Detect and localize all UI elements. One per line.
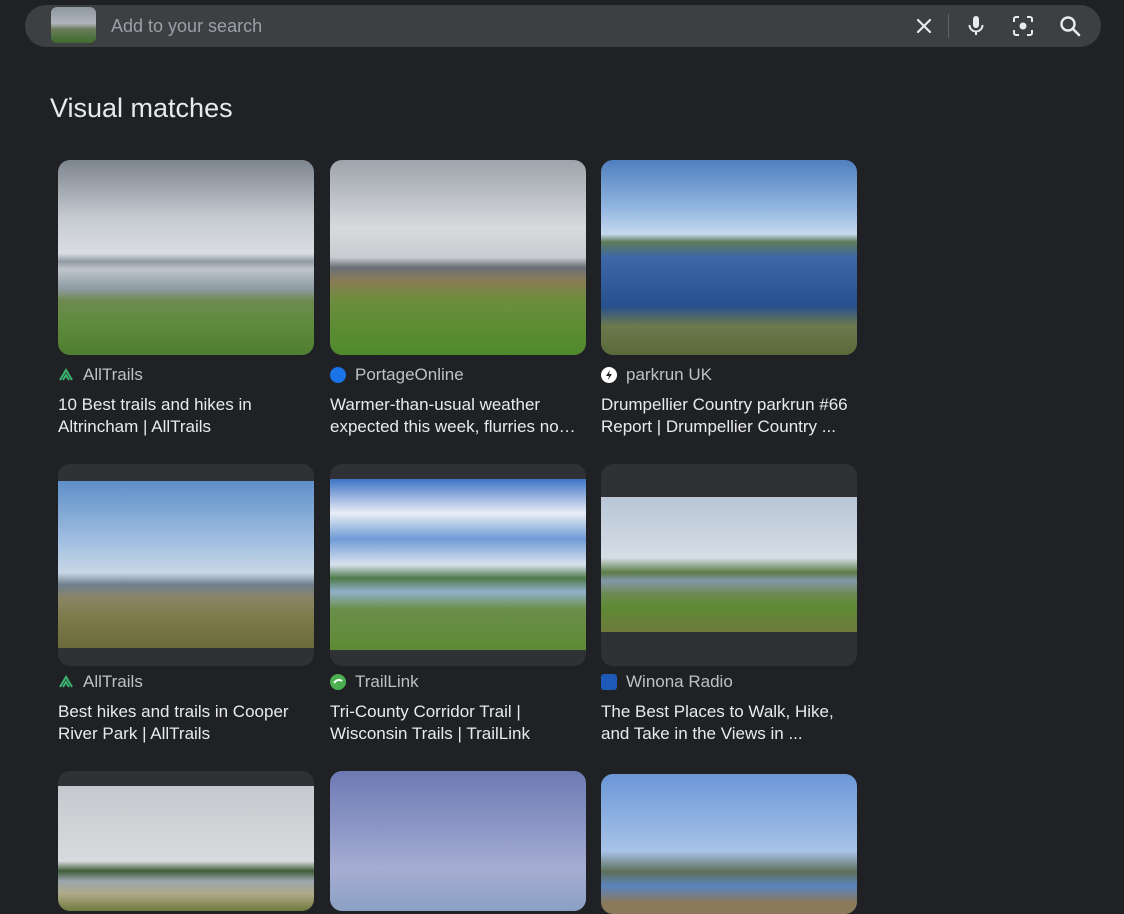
source-name: AllTrails	[83, 672, 143, 691]
traillink-logo-icon	[330, 674, 346, 690]
result-card[interactable]: PortageOnline Warmer-than-usual weather …	[330, 160, 586, 436]
portageonline-logo-icon	[330, 367, 346, 383]
query-image-thumbnail[interactable]	[51, 7, 96, 43]
search-input[interactable]	[111, 5, 891, 47]
result-card[interactable]: AllTrails Best hikes and trails in Coope…	[58, 464, 314, 743]
result-title[interactable]: The Best Places to Walk, Hike, and Take …	[601, 701, 863, 745]
winona-radio-logo-icon	[601, 674, 617, 690]
result-thumbnail[interactable]	[601, 160, 857, 355]
result-source[interactable]: AllTrails	[58, 672, 143, 692]
result-thumbnail[interactable]	[58, 464, 314, 666]
result-source[interactable]: TrailLink	[330, 672, 419, 692]
result-thumbnail[interactable]	[58, 160, 314, 355]
result-title[interactable]: Best hikes and trails in Cooper River Pa…	[58, 701, 320, 745]
parkrun-logo-icon	[601, 367, 617, 383]
result-thumbnail[interactable]	[601, 774, 857, 914]
result-thumbnail[interactable]	[58, 771, 314, 911]
alltrails-logo-icon	[58, 367, 74, 383]
result-title[interactable]: Drumpellier Country parkrun #66 Report |…	[601, 394, 863, 438]
result-source[interactable]: PortageOnline	[330, 365, 464, 385]
result-card[interactable]	[330, 771, 586, 911]
result-thumbnail[interactable]	[601, 464, 857, 666]
result-source[interactable]: Winona Radio	[601, 672, 733, 692]
source-name: Winona Radio	[626, 672, 733, 691]
alltrails-logo-icon	[58, 674, 74, 690]
result-thumbnail[interactable]	[330, 464, 586, 666]
result-card[interactable]: TrailLink Tri-County Corridor Trail | Wi…	[330, 464, 586, 743]
search-icon[interactable]	[1056, 12, 1084, 40]
source-name: AllTrails	[83, 365, 143, 384]
source-name: parkrun UK	[626, 365, 712, 384]
result-source[interactable]: parkrun UK	[601, 365, 712, 385]
microphone-icon[interactable]	[962, 12, 990, 40]
lens-camera-icon[interactable]	[1009, 12, 1037, 40]
search-bar-divider	[948, 14, 949, 38]
result-source[interactable]: AllTrails	[58, 365, 143, 385]
result-card[interactable]	[58, 771, 314, 911]
result-card[interactable]: parkrun UK Drumpellier Country parkrun #…	[601, 160, 857, 436]
result-card[interactable]: AllTrails 10 Best trails and hikes in Al…	[58, 160, 314, 436]
result-title[interactable]: Warmer-than-usual weather expected this …	[330, 394, 592, 438]
result-thumbnail[interactable]	[330, 771, 586, 911]
result-title[interactable]: 10 Best trails and hikes in Altrincham |…	[58, 394, 320, 438]
search-bar[interactable]	[25, 5, 1101, 47]
result-card[interactable]: Winona Radio The Best Places to Walk, Hi…	[601, 464, 857, 743]
source-name: PortageOnline	[355, 365, 464, 384]
close-icon[interactable]	[910, 12, 938, 40]
result-card[interactable]	[601, 774, 857, 914]
section-title: Visual matches	[50, 93, 233, 123]
result-title[interactable]: Tri-County Corridor Trail | Wisconsin Tr…	[330, 701, 592, 745]
source-name: TrailLink	[355, 672, 419, 691]
result-thumbnail[interactable]	[330, 160, 586, 355]
